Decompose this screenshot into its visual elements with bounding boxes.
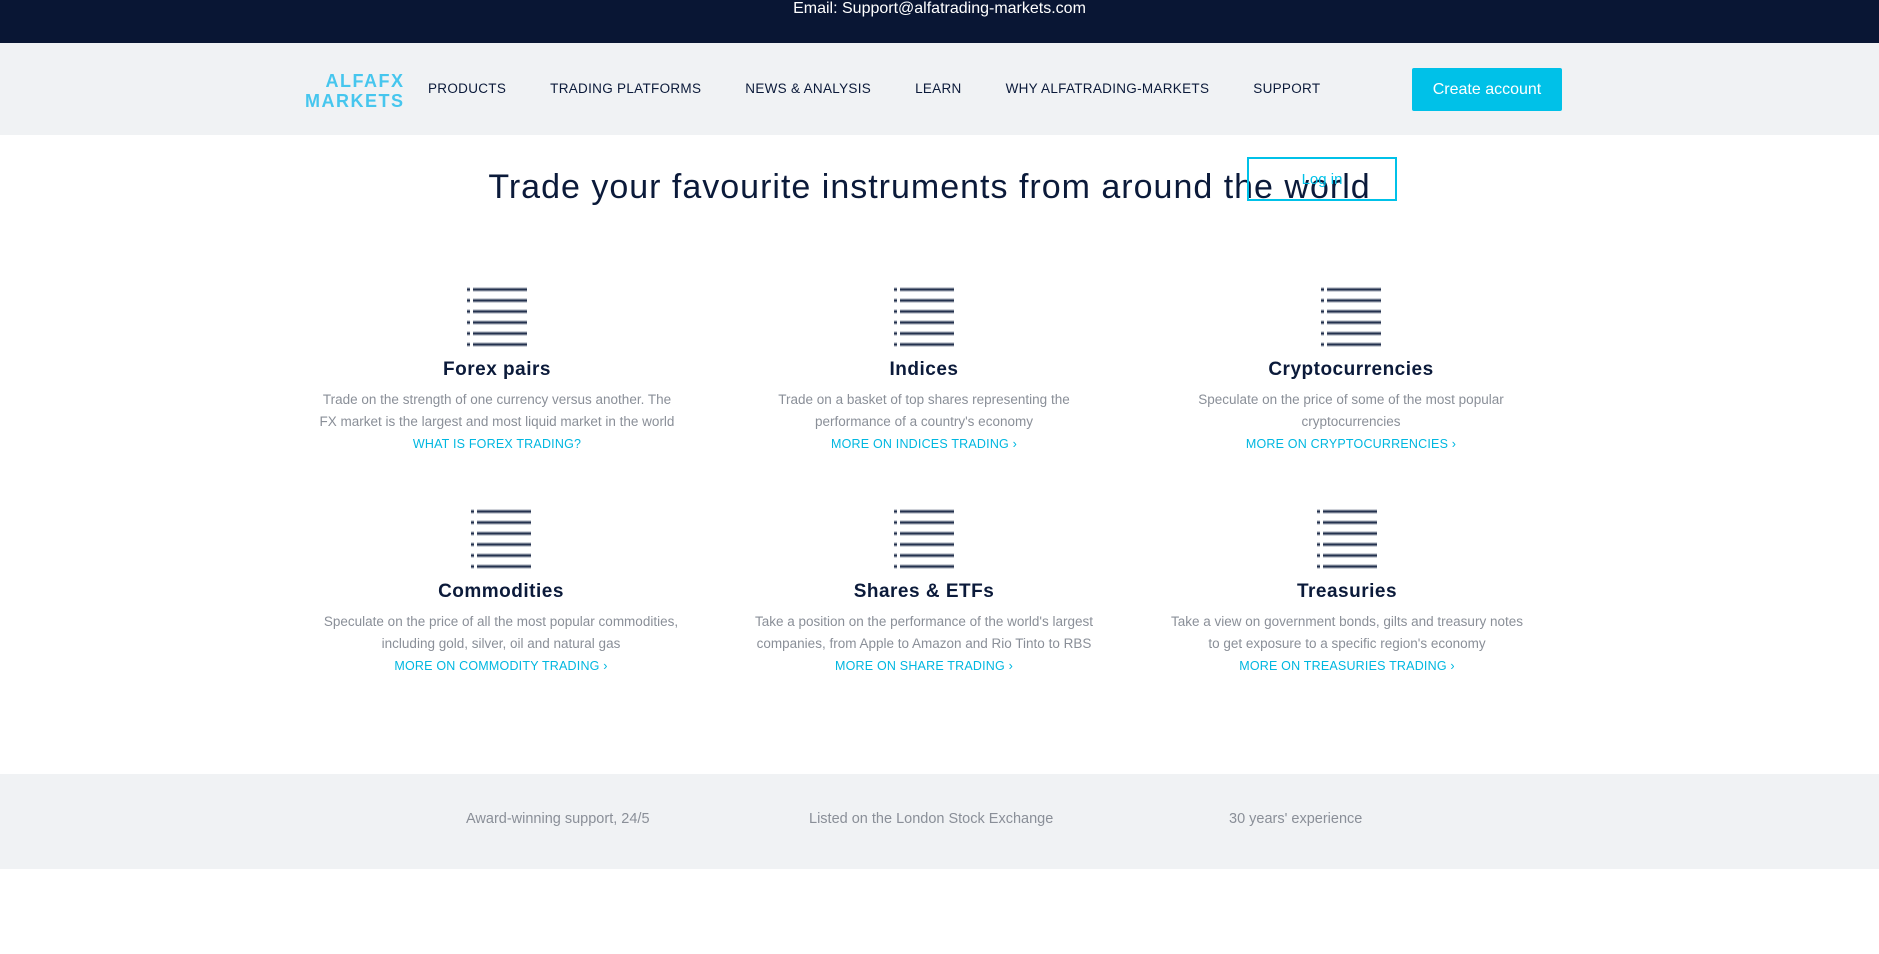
create-account-button[interactable]: Create account <box>1412 68 1562 111</box>
list-icon <box>471 509 531 569</box>
nav-item-why[interactable]: WHY ALFATRADING-MARKETS <box>1006 81 1210 96</box>
product-card-indices: Indices Trade on a basket of top shares … <box>734 287 1114 453</box>
list-icon <box>894 509 954 569</box>
trust-item-support: Award-winning support, 24/5 <box>466 811 650 827</box>
list-icon <box>894 287 954 347</box>
nav-menu: PRODUCTS TRADING PLATFORMS NEWS & ANALYS… <box>428 81 1364 96</box>
card-description-line1: Take a view on government bonds, gilts a… <box>1171 614 1523 629</box>
page-title: Trade your favourite instruments from ar… <box>488 168 1371 206</box>
card-description-line1: Speculate on the price of all the most p… <box>323 614 679 629</box>
card-description-line2: companies, from Apple to Amazon and Rio … <box>756 636 1092 651</box>
list-icon <box>1317 509 1377 569</box>
card-title: Commodities <box>438 581 564 602</box>
card-title: Shares & ETFs <box>853 581 995 602</box>
login-button[interactable]: Log in <box>1247 157 1397 201</box>
list-icon <box>467 287 527 347</box>
nav-item-news-analysis[interactable]: NEWS & ANALYSIS <box>745 81 871 96</box>
card-link-crypto[interactable]: MORE ON CRYPTOCURRENCIES › <box>1246 437 1456 451</box>
nav-item-support[interactable]: SUPPORT <box>1253 81 1320 96</box>
card-description-line2: to get exposure to a specific region's e… <box>1208 636 1486 651</box>
card-description-line1: Trade on the strength of one currency ve… <box>322 392 672 407</box>
trust-band: Award-winning support, 24/5 Listed on th… <box>0 774 1879 869</box>
main-navigation: ALFAFX MARKETS PRODUCTS TRADING PLATFORM… <box>0 43 1879 135</box>
card-title: Forex pairs <box>443 359 551 380</box>
card-description-line2: performance of a country's economy <box>815 414 1033 429</box>
card-link-commodities[interactable]: MORE ON COMMODITY TRADING › <box>394 659 607 673</box>
brand-logo[interactable]: ALFAFX MARKETS <box>305 71 405 111</box>
card-link-shares[interactable]: MORE ON SHARE TRADING › <box>835 659 1013 673</box>
product-card-shares: Shares & ETFs Take a position on the per… <box>734 509 1114 675</box>
list-icon <box>1321 287 1381 347</box>
card-title: Treasuries <box>1296 581 1398 602</box>
trust-item-lse: Listed on the London Stock Exchange <box>809 811 1054 827</box>
card-description-line1: Speculate on the price of some of the mo… <box>1198 392 1504 407</box>
logo-line-2: MARKETS <box>305 91 405 111</box>
nav-item-learn[interactable]: LEARN <box>915 81 962 96</box>
product-card-crypto: Cryptocurrencies Speculate on the price … <box>1161 287 1541 453</box>
card-description-line1: Trade on a basket of top shares represen… <box>778 392 1070 407</box>
card-link-forex[interactable]: WHAT IS FOREX TRADING? <box>413 437 581 451</box>
card-link-indices[interactable]: MORE ON INDICES TRADING › <box>831 437 1017 451</box>
card-description-line1: Take a position on the performance of th… <box>754 614 1093 629</box>
trust-item-experience: 30 years' experience <box>1229 811 1363 827</box>
nav-item-products[interactable]: PRODUCTS <box>428 81 506 96</box>
card-description-line2: cryptocurrencies <box>1301 414 1401 429</box>
support-email[interactable]: Email: Support@alfatrading-markets.com <box>793 0 1086 17</box>
card-description-line2: including gold, silver, oil and natural … <box>381 636 621 651</box>
card-description-line2: FX market is the largest and most liquid… <box>319 414 675 429</box>
product-card-commodities: Commodities Speculate on the price of al… <box>311 509 691 675</box>
card-title: Indices <box>889 359 959 380</box>
nav-item-trading-platforms[interactable]: TRADING PLATFORMS <box>550 81 701 96</box>
card-title: Cryptocurrencies <box>1268 359 1434 380</box>
product-card-treasuries: Treasuries Take a view on government bon… <box>1157 509 1537 675</box>
top-contact-bar: Email: Support@alfatrading-markets.com <box>0 0 1879 43</box>
card-link-treasuries[interactable]: MORE ON TREASURIES TRADING › <box>1239 659 1455 673</box>
product-card-forex: Forex pairs Trade on the strength of one… <box>307 287 687 453</box>
logo-line-1: ALFAFX <box>325 71 405 91</box>
